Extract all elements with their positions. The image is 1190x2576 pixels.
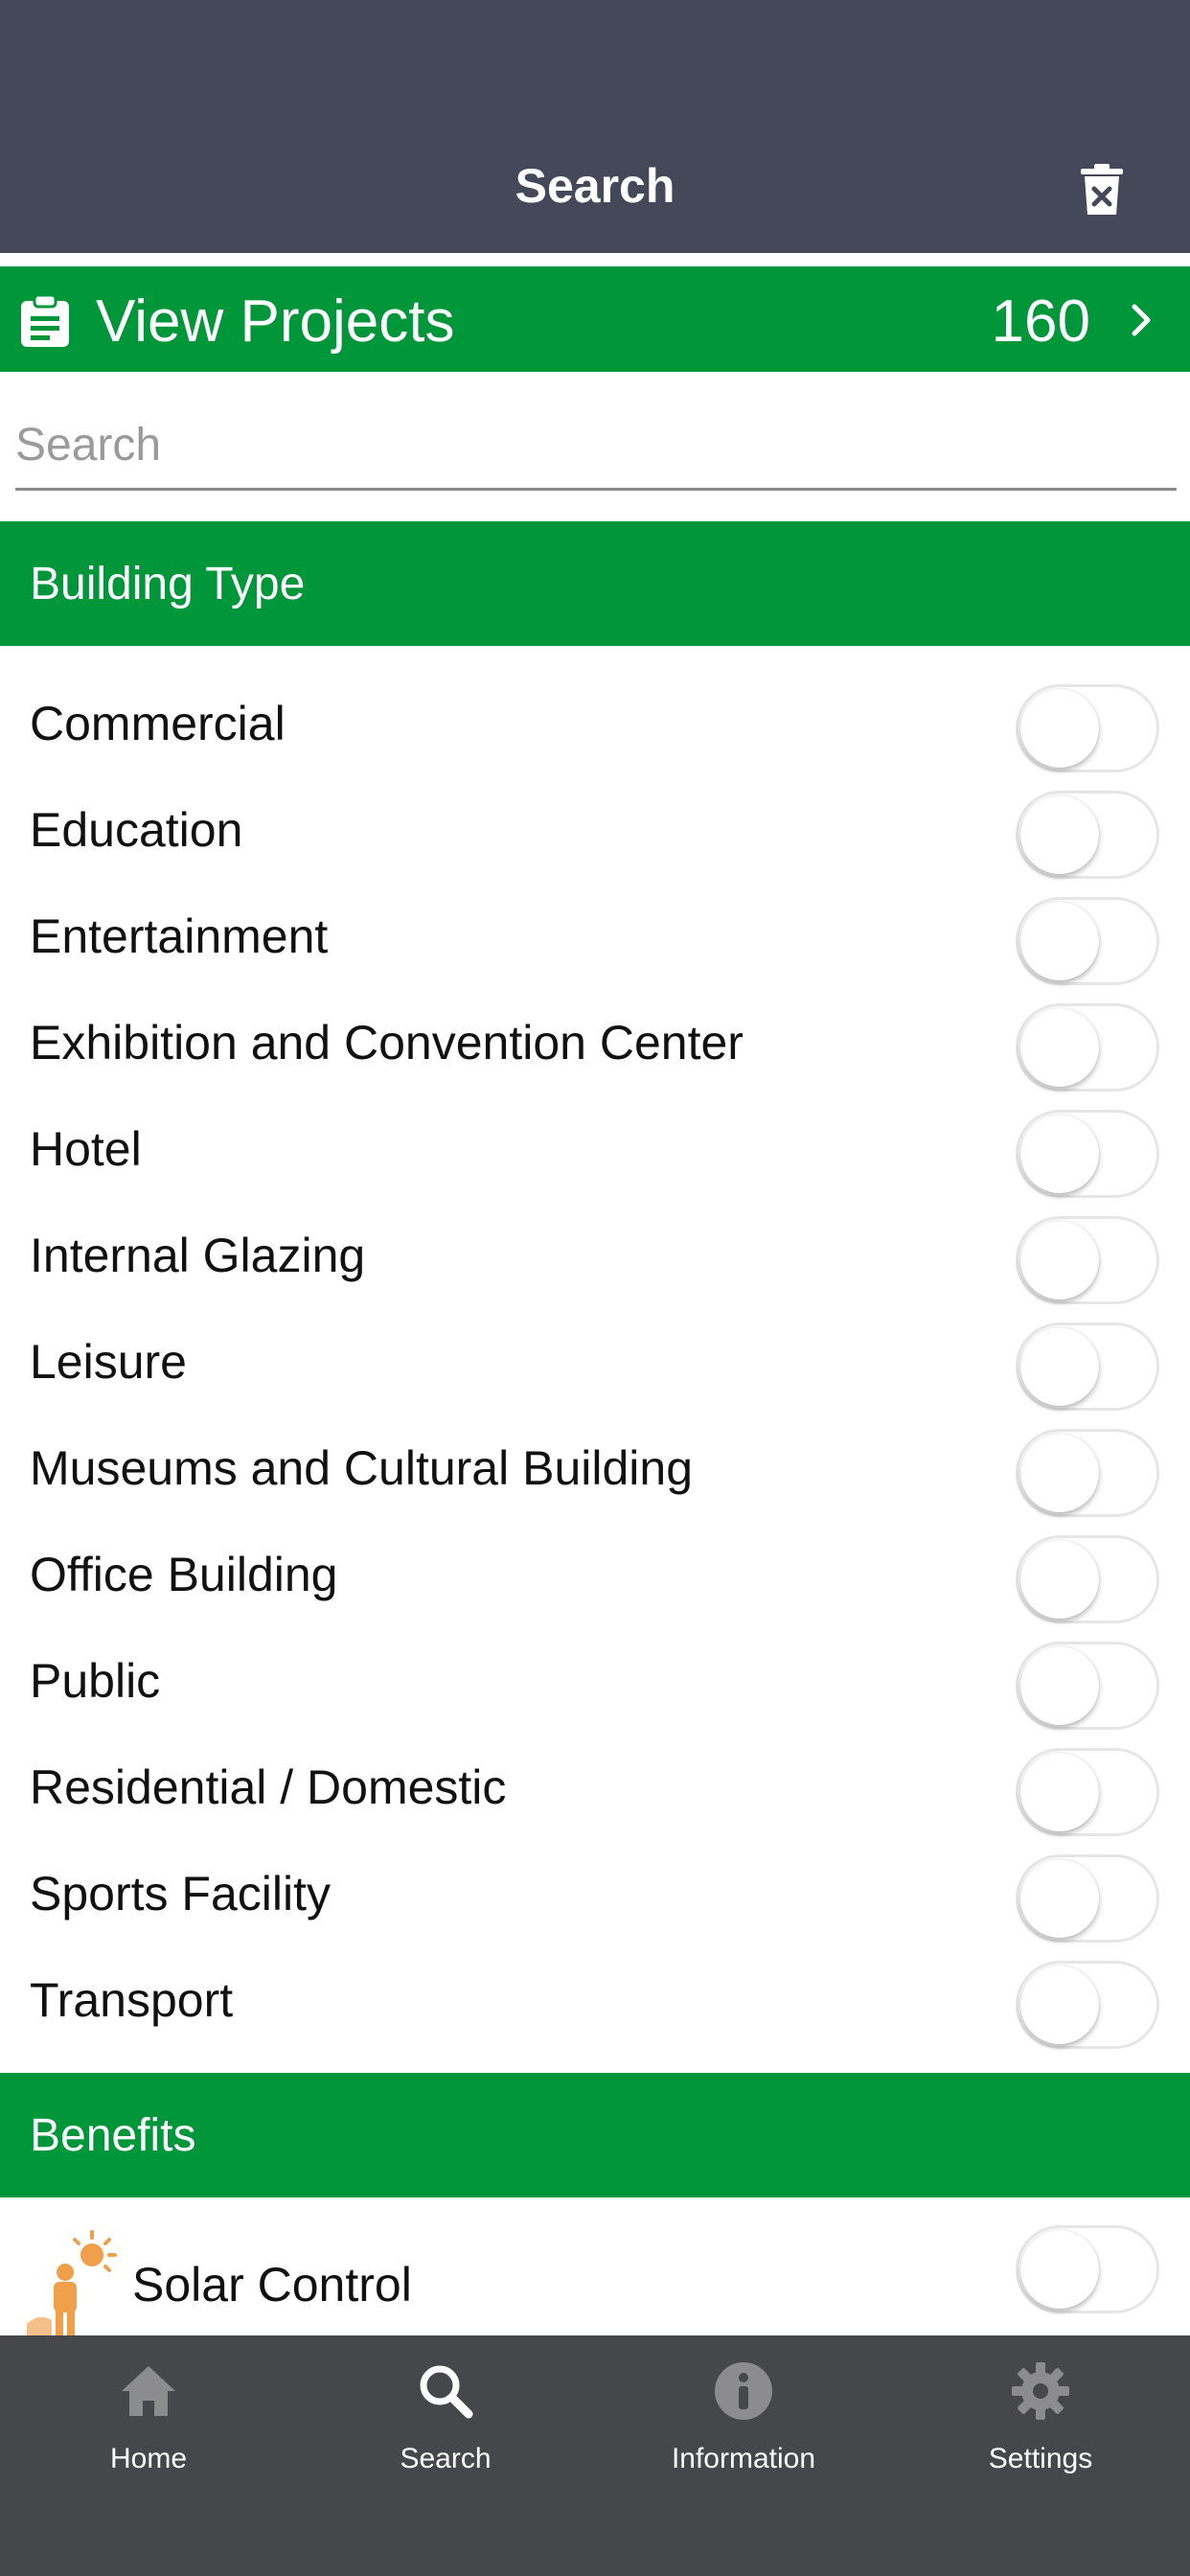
- filter-toggle[interactable]: [1016, 791, 1159, 879]
- toggle-knob: [1020, 902, 1099, 980]
- filter-toggle[interactable]: [1016, 1216, 1159, 1304]
- filter-row-museums: Museums and Cultural Building: [0, 1412, 1190, 1518]
- filter-row-leisure: Leisure: [0, 1305, 1190, 1412]
- view-projects-button[interactable]: View Projects 160: [0, 266, 1190, 372]
- filter-label: Office Building: [30, 1548, 338, 1601]
- toggle-knob: [1020, 2230, 1099, 2309]
- tab-label: Search: [400, 2443, 492, 2474]
- toggle-knob: [1020, 1008, 1099, 1087]
- tab-information[interactable]: Information: [595, 2335, 892, 2498]
- filter-row-commercial: Commercial: [0, 667, 1190, 773]
- search-icon: [420, 2365, 473, 2419]
- filter-label: Public: [30, 1654, 161, 1708]
- filter-row-exhibition: Exhibition and Convention Center: [0, 986, 1190, 1092]
- tab-label: Home: [109, 2443, 188, 2474]
- filter-label: Commercial: [30, 697, 286, 750]
- info-icon: [715, 2362, 772, 2420]
- filter-toggle[interactable]: [1016, 1003, 1159, 1092]
- filter-row-sports-facility: Sports Facility: [0, 1837, 1190, 1944]
- filter-label: Hotel: [30, 1122, 142, 1176]
- filter-toggle[interactable]: [1016, 1854, 1159, 1943]
- gear-icon: [1012, 2362, 1069, 2420]
- trash-icon: [1081, 164, 1123, 215]
- filter-row-transport: Transport: [0, 1944, 1190, 2050]
- filter-toggle[interactable]: [1016, 684, 1159, 772]
- filter-toggle[interactable]: [1016, 1642, 1159, 1730]
- tab-home[interactable]: Home: [0, 2335, 297, 2498]
- toggle-knob: [1020, 1966, 1099, 2044]
- search-input[interactable]: [15, 402, 1177, 487]
- tab-settings[interactable]: Settings: [892, 2335, 1189, 2498]
- filter-row-office-building: Office Building: [0, 1518, 1190, 1624]
- filter-row-internal-glazing: Internal Glazing: [0, 1199, 1190, 1305]
- filter-toggle[interactable]: [1016, 897, 1159, 985]
- section-title: Building Type: [30, 559, 306, 610]
- view-projects-label: View Projects: [96, 288, 455, 355]
- filter-row-public: Public: [0, 1624, 1190, 1731]
- tab-label: Information: [671, 2443, 816, 2474]
- filter-toggle[interactable]: [1016, 1110, 1159, 1198]
- filter-row-residential: Residential / Domestic: [0, 1731, 1190, 1837]
- clear-filters-button[interactable]: [1077, 163, 1127, 217]
- filter-toggle[interactable]: [1016, 1748, 1159, 1836]
- section-header-benefits: Benefits: [0, 2073, 1190, 2197]
- filter-toggle[interactable]: [1016, 1961, 1159, 2049]
- filter-label: Exhibition and Convention Center: [30, 1016, 744, 1070]
- filter-label: Transport: [30, 1973, 234, 2027]
- filter-toggle[interactable]: [1016, 2225, 1159, 2313]
- toggle-knob: [1020, 1434, 1099, 1512]
- filter-label: Entertainment: [30, 909, 329, 963]
- filter-toggle[interactable]: [1016, 1429, 1159, 1517]
- filter-row-hotel: Hotel: [0, 1092, 1190, 1199]
- filter-row-entertainment: Entertainment: [0, 880, 1190, 986]
- tab-bar: Home Search Information Settings: [0, 2335, 1190, 2576]
- toggle-knob: [1020, 1753, 1099, 1831]
- project-count: 160: [991, 288, 1090, 355]
- filter-toggle[interactable]: [1016, 1322, 1159, 1411]
- filter-label: Internal Glazing: [30, 1229, 366, 1282]
- toggle-knob: [1020, 689, 1099, 768]
- filter-label: Leisure: [30, 1335, 187, 1389]
- filter-toggle[interactable]: [1016, 1535, 1159, 1623]
- filter-label: Solar Control: [132, 2258, 412, 2312]
- filter-row-education: Education: [0, 773, 1190, 880]
- tab-search[interactable]: Search: [297, 2335, 594, 2498]
- section-header-building-type: Building Type: [0, 521, 1190, 646]
- filter-label: Residential / Domestic: [30, 1760, 507, 1814]
- solar-control-icon: [27, 2230, 117, 2335]
- chevron-right-icon: [1132, 304, 1151, 336]
- search-field: [15, 402, 1177, 491]
- toggle-knob: [1020, 1540, 1099, 1619]
- toggle-knob: [1020, 1327, 1099, 1406]
- filter-label: Museums and Cultural Building: [30, 1441, 694, 1495]
- clipboard-icon: [21, 293, 69, 347]
- toggle-knob: [1020, 1115, 1099, 1193]
- tab-label: Settings: [988, 2443, 1093, 2474]
- toggle-knob: [1020, 795, 1099, 874]
- filter-label: Sports Facility: [30, 1867, 331, 1920]
- toggle-knob: [1020, 1646, 1099, 1725]
- filter-label: Education: [30, 803, 243, 857]
- section-title: Benefits: [30, 2110, 196, 2161]
- page-title: Search: [515, 159, 675, 213]
- toggle-knob: [1020, 1859, 1099, 1938]
- home-icon: [122, 2366, 175, 2416]
- nav-bar: Search: [0, 0, 1190, 253]
- filter-row-solar-control: Solar Control: [0, 2219, 1190, 2335]
- toggle-knob: [1020, 1221, 1099, 1300]
